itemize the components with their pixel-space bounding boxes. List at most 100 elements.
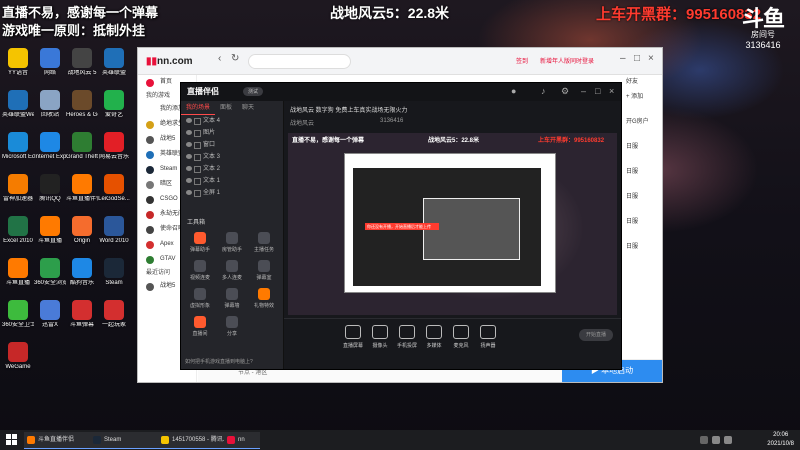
stream-title[interactable]: 战地风云 数字狗 免费上车真实战场无限火力 bbox=[290, 105, 407, 114]
desktop-icon[interactable]: 战地风云 5 bbox=[66, 48, 98, 77]
desktop-icon[interactable]: 网络 bbox=[34, 48, 66, 77]
minimize-icon[interactable]: – bbox=[581, 86, 586, 96]
right-list-item[interactable]: 日服 bbox=[620, 215, 662, 230]
maximize-icon[interactable]: □ bbox=[634, 53, 640, 64]
search-input[interactable] bbox=[248, 54, 351, 69]
eye-icon[interactable] bbox=[186, 166, 192, 171]
desktop-icon[interactable]: YY语音 bbox=[2, 48, 34, 77]
desktop-icon[interactable]: 斗鱼直播 bbox=[2, 258, 34, 287]
tool-button[interactable]: 礼物特效 bbox=[249, 288, 279, 309]
tool-button[interactable]: 弹幕室 bbox=[249, 260, 279, 281]
close-icon[interactable]: × bbox=[648, 53, 654, 64]
desktop-icon[interactable]: 360安全卫士 bbox=[2, 300, 34, 329]
desktop-icon[interactable]: 雷神加速器 bbox=[2, 174, 34, 203]
control-button[interactable]: 摄像头 bbox=[365, 325, 395, 349]
avatar[interactable]: ● bbox=[511, 86, 516, 96]
desktop-icon[interactable]: Heroes & Generals bbox=[66, 90, 98, 119]
taskbar-item[interactable]: nn bbox=[224, 432, 260, 449]
bell-icon[interactable]: ♪ bbox=[541, 86, 546, 96]
back-icon[interactable]: ‹ bbox=[218, 53, 221, 64]
desktop-icon[interactable]: 斗鱼直播伴侣 bbox=[66, 174, 98, 203]
scene-item[interactable]: 全屏 1 bbox=[181, 187, 283, 199]
control-button[interactable]: 麦克风 bbox=[446, 325, 476, 349]
control-button[interactable]: 直播屏幕 bbox=[338, 325, 368, 349]
right-list-item[interactable]: 好友 bbox=[620, 75, 662, 90]
right-list-item[interactable]: 日服 bbox=[620, 240, 662, 255]
taskbar-item[interactable]: 斗鱼直播伴侣 bbox=[24, 432, 100, 449]
go-live-button[interactable]: 开始直播 bbox=[579, 329, 613, 341]
windows-start-icon[interactable] bbox=[6, 434, 18, 446]
help-notice[interactable]: 如何把手机游戏直播到电脑上? bbox=[185, 358, 253, 365]
desktop-icon[interactable]: 酷狗音乐 bbox=[66, 258, 98, 287]
right-list-item[interactable]: 开G房户 bbox=[620, 115, 662, 130]
desktop-icon[interactable]: Internet Explorer bbox=[34, 132, 66, 161]
desktop-icon[interactable]: 爱奇艺 bbox=[98, 90, 130, 119]
desktop-icon[interactable]: Microsoft Edge bbox=[2, 132, 34, 161]
tool-button[interactable]: 多人连麦 bbox=[217, 260, 247, 281]
right-list-item[interactable]: 日服 bbox=[620, 190, 662, 205]
network-icon[interactable] bbox=[712, 436, 720, 444]
right-list-item[interactable]: + 添加 bbox=[620, 90, 662, 105]
volume-icon[interactable] bbox=[724, 436, 732, 444]
tab-2[interactable]: 聊天 bbox=[237, 101, 259, 115]
desktop-icon[interactable]: 英雄联盟WeGame版 bbox=[2, 90, 34, 119]
desktop-icon[interactable]: Excel 2010 bbox=[2, 216, 34, 245]
maximize-icon[interactable]: □ bbox=[595, 86, 600, 96]
eye-icon[interactable] bbox=[186, 130, 192, 135]
desktop-icon[interactable]: 斗鱼直播 bbox=[34, 216, 66, 245]
desktop-icon[interactable]: Grand Theft Auto V bbox=[66, 132, 98, 161]
tool-button[interactable]: 分享 bbox=[217, 316, 247, 337]
stream-category[interactable]: 战地风云 bbox=[290, 118, 314, 127]
eye-icon[interactable] bbox=[186, 118, 192, 123]
desktop-icon[interactable]: 回收站 bbox=[34, 90, 66, 119]
desktop-icon[interactable]: 英雄联盟 bbox=[98, 48, 130, 77]
minimize-icon[interactable]: – bbox=[620, 53, 626, 64]
scene-item[interactable]: 文本 1 bbox=[181, 175, 283, 187]
stream-app-window[interactable]: 直播伴侣 测试 ● ♪ ⚙ – □ × 我的场景 面板 聊天 文本 4 图片 窗口 文本 … bbox=[180, 82, 622, 370]
scene-item[interactable]: 文本 2 bbox=[181, 163, 283, 175]
eye-icon[interactable] bbox=[186, 154, 192, 159]
tab-0[interactable]: 我的场景 bbox=[181, 101, 216, 115]
scene-item[interactable]: 文本 4 bbox=[181, 115, 283, 127]
taskbar-item[interactable]: Steam bbox=[90, 432, 166, 449]
tool-button[interactable]: 虚拟形象 bbox=[185, 288, 215, 309]
desktop-icon[interactable]: Origin bbox=[66, 216, 98, 245]
desktop-icon[interactable]: LeiGodSe... bbox=[98, 174, 130, 203]
desktop-icon[interactable]: 网易云音乐 bbox=[98, 132, 130, 161]
nn-logo[interactable]: ▮▮nn.com bbox=[146, 56, 193, 67]
eye-icon[interactable] bbox=[186, 178, 192, 183]
eye-icon[interactable] bbox=[186, 142, 192, 147]
right-list-item[interactable]: 日服 bbox=[620, 140, 662, 155]
tool-button[interactable]: 弹幕墙 bbox=[217, 288, 247, 309]
desktop-icon[interactable]: 360安全浏览器 bbox=[34, 258, 66, 287]
tool-button[interactable]: 弹幕助手 bbox=[185, 232, 215, 253]
tray-icon[interactable] bbox=[700, 436, 708, 444]
desktop-icon[interactable]: Word 2010 bbox=[98, 216, 130, 245]
tool-button[interactable]: 房管助手 bbox=[217, 232, 247, 253]
tool-button[interactable]: 直播间 bbox=[185, 316, 215, 337]
promo-link[interactable]: 新增年人版同时登录 bbox=[540, 56, 594, 65]
eye-icon[interactable] bbox=[186, 190, 192, 195]
desktop-icon[interactable]: 斗鱼弹幕 bbox=[66, 300, 98, 329]
right-list-item[interactable]: 日服 bbox=[620, 165, 662, 180]
taskbar-item[interactable]: 1451700558 - 腾讯... bbox=[158, 432, 234, 449]
desktop-icon[interactable]: WeGame bbox=[2, 342, 34, 371]
close-icon[interactable]: × bbox=[609, 86, 614, 96]
scene-item[interactable]: 图片 bbox=[181, 127, 283, 139]
refresh-icon[interactable]: ↻ bbox=[231, 53, 239, 64]
tool-button[interactable]: 主播任务 bbox=[249, 232, 279, 253]
desktop-icon[interactable]: 迅雷X bbox=[34, 300, 66, 329]
control-button[interactable]: 多媒体 bbox=[419, 325, 449, 349]
desktop-icon[interactable]: Steam bbox=[98, 258, 130, 287]
scene-item[interactable]: 窗口 bbox=[181, 139, 283, 151]
tool-button[interactable]: 视频连麦 bbox=[185, 260, 215, 281]
settings-icon[interactable]: ⚙ bbox=[561, 86, 569, 97]
control-button[interactable]: 扬声器 bbox=[473, 325, 503, 349]
desktop-icon[interactable]: 一起玩家 bbox=[98, 300, 130, 329]
clock[interactable]: 20:06 2021/10/8 bbox=[767, 431, 794, 449]
desktop-icon[interactable]: 腾讯QQ bbox=[34, 174, 66, 203]
tab-1[interactable]: 面板 bbox=[215, 101, 237, 115]
signin-link[interactable]: 签到 bbox=[516, 56, 528, 65]
scene-item[interactable]: 文本 3 bbox=[181, 151, 283, 163]
stream-preview[interactable]: 直播不易，感谢每一个弹幕 战地风云5：22.8米 上车开黑群：995160832… bbox=[288, 133, 617, 315]
